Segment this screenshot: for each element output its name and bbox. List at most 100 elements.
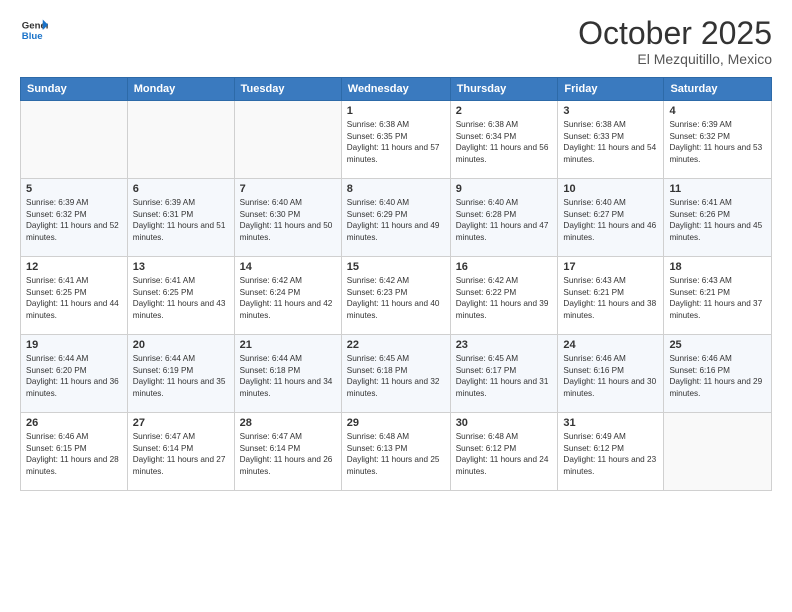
day-info: Sunrise: 6:42 AM Sunset: 6:23 PM Dayligh… bbox=[347, 275, 445, 321]
day-number: 27 bbox=[133, 417, 229, 429]
day-number: 6 bbox=[133, 183, 229, 195]
svg-text:Blue: Blue bbox=[22, 31, 43, 42]
week-row-4: 19 Sunrise: 6:44 AM Sunset: 6:20 PM Dayli… bbox=[21, 335, 772, 413]
day-number: 8 bbox=[347, 183, 445, 195]
day-info: Sunrise: 6:49 AM Sunset: 6:12 PM Dayligh… bbox=[563, 431, 658, 477]
table-cell: 12Sunrise: 6:41 AM Sunset: 6:25 PM Dayli… bbox=[21, 257, 128, 335]
table-cell: 17 Sunrise: 6:43 AM Sunset: 6:21 PM Dayli… bbox=[558, 257, 664, 335]
table-cell: 2 Sunrise: 6:38 AM Sunset: 6:34 PM Daylig… bbox=[450, 101, 558, 179]
day-info: Sunrise: 6:43 AM Sunset: 6:21 PM Dayligh… bbox=[669, 275, 766, 321]
col-tuesday: Tuesday bbox=[234, 78, 341, 101]
day-info: Sunrise: 6:47 AM Sunset: 6:14 PM Dayligh… bbox=[133, 431, 229, 477]
table-cell: 11 Sunrise: 6:41 AM Sunset: 6:26 PM Dayli… bbox=[664, 179, 772, 257]
col-thursday: Thursday bbox=[450, 78, 558, 101]
day-info: Sunrise: 6:40 AM Sunset: 6:30 PM Dayligh… bbox=[240, 197, 336, 243]
week-row-1: 1Sunrise: 6:38 AM Sunset: 6:35 PM Daylig… bbox=[21, 101, 772, 179]
table-cell bbox=[664, 413, 772, 491]
location: El Mezquitillo, Mexico bbox=[578, 51, 772, 67]
day-number: 7 bbox=[240, 183, 336, 195]
table-cell: 18 Sunrise: 6:43 AM Sunset: 6:21 PM Dayli… bbox=[664, 257, 772, 335]
logo: General Blue bbox=[20, 16, 48, 44]
table-cell: 24Sunrise: 6:46 AM Sunset: 6:16 PM Dayli… bbox=[558, 335, 664, 413]
day-info: Sunrise: 6:47 AM Sunset: 6:14 PM Dayligh… bbox=[240, 431, 336, 477]
table-cell: 27 Sunrise: 6:47 AM Sunset: 6:14 PM Dayli… bbox=[127, 413, 234, 491]
day-number: 10 bbox=[563, 183, 658, 195]
day-number: 2 bbox=[456, 105, 553, 117]
day-info: Sunrise: 6:48 AM Sunset: 6:13 PM Dayligh… bbox=[347, 431, 445, 477]
day-info: Sunrise: 6:41 AM Sunset: 6:26 PM Dayligh… bbox=[669, 197, 766, 243]
day-number: 13 bbox=[133, 261, 229, 273]
day-number: 18 bbox=[669, 261, 766, 273]
day-number: 23 bbox=[456, 339, 553, 351]
day-number: 30 bbox=[456, 417, 553, 429]
day-number: 19 bbox=[26, 339, 122, 351]
table-cell: 22 Sunrise: 6:45 AM Sunset: 6:18 PM Dayli… bbox=[341, 335, 450, 413]
day-number: 12 bbox=[26, 261, 122, 273]
col-monday: Monday bbox=[127, 78, 234, 101]
table-cell: 23 Sunrise: 6:45 AM Sunset: 6:17 PM Dayli… bbox=[450, 335, 558, 413]
table-cell: 8 Sunrise: 6:40 AM Sunset: 6:29 PM Daylig… bbox=[341, 179, 450, 257]
day-info: Sunrise: 6:42 AM Sunset: 6:22 PM Dayligh… bbox=[456, 275, 553, 321]
col-saturday: Saturday bbox=[664, 78, 772, 101]
day-number: 29 bbox=[347, 417, 445, 429]
day-info: Sunrise: 6:40 AM Sunset: 6:28 PM Dayligh… bbox=[456, 197, 553, 243]
table-cell: 10 Sunrise: 6:40 AM Sunset: 6:27 PM Dayli… bbox=[558, 179, 664, 257]
day-info: Sunrise: 6:39 AM Sunset: 6:31 PM Dayligh… bbox=[133, 197, 229, 243]
table-cell: 31 Sunrise: 6:49 AM Sunset: 6:12 PM Dayli… bbox=[558, 413, 664, 491]
table-cell: 14Sunrise: 6:42 AM Sunset: 6:24 PM Dayli… bbox=[234, 257, 341, 335]
table-cell: 20Sunrise: 6:44 AM Sunset: 6:19 PM Dayli… bbox=[127, 335, 234, 413]
day-number: 31 bbox=[563, 417, 658, 429]
day-number: 21 bbox=[240, 339, 336, 351]
table-cell: 25 Sunrise: 6:46 AM Sunset: 6:16 PM Dayli… bbox=[664, 335, 772, 413]
day-info: Sunrise: 6:41 AM Sunset: 6:25 PM Dayligh… bbox=[133, 275, 229, 321]
day-number: 22 bbox=[347, 339, 445, 351]
page: General Blue October 2025 El Mezquitillo… bbox=[0, 0, 792, 612]
col-friday: Friday bbox=[558, 78, 664, 101]
table-cell: 26Sunrise: 6:46 AM Sunset: 6:15 PM Dayli… bbox=[21, 413, 128, 491]
day-info: Sunrise: 6:44 AM Sunset: 6:20 PM Dayligh… bbox=[26, 353, 122, 399]
day-info: Sunrise: 6:38 AM Sunset: 6:33 PM Dayligh… bbox=[563, 119, 658, 165]
title-block: October 2025 El Mezquitillo, Mexico bbox=[578, 16, 772, 67]
table-cell: 1Sunrise: 6:38 AM Sunset: 6:35 PM Daylig… bbox=[341, 101, 450, 179]
table-cell: 9 Sunrise: 6:40 AM Sunset: 6:28 PM Daylig… bbox=[450, 179, 558, 257]
day-info: Sunrise: 6:40 AM Sunset: 6:27 PM Dayligh… bbox=[563, 197, 658, 243]
day-number: 11 bbox=[669, 183, 766, 195]
day-info: Sunrise: 6:45 AM Sunset: 6:17 PM Dayligh… bbox=[456, 353, 553, 399]
day-number: 20 bbox=[133, 339, 229, 351]
col-wednesday: Wednesday bbox=[341, 78, 450, 101]
day-number: 15 bbox=[347, 261, 445, 273]
table-cell: 28 Sunrise: 6:47 AM Sunset: 6:14 PM Dayli… bbox=[234, 413, 341, 491]
day-number: 28 bbox=[240, 417, 336, 429]
table-cell: 21Sunrise: 6:44 AM Sunset: 6:18 PM Dayli… bbox=[234, 335, 341, 413]
table-cell: 30Sunrise: 6:48 AM Sunset: 6:12 PM Dayli… bbox=[450, 413, 558, 491]
table-cell: 16 Sunrise: 6:42 AM Sunset: 6:22 PM Dayli… bbox=[450, 257, 558, 335]
day-number: 4 bbox=[669, 105, 766, 117]
table-cell bbox=[234, 101, 341, 179]
day-info: Sunrise: 6:40 AM Sunset: 6:29 PM Dayligh… bbox=[347, 197, 445, 243]
table-cell bbox=[21, 101, 128, 179]
table-cell: 19 Sunrise: 6:44 AM Sunset: 6:20 PM Dayli… bbox=[21, 335, 128, 413]
day-number: 14 bbox=[240, 261, 336, 273]
table-cell: 15 Sunrise: 6:42 AM Sunset: 6:23 PM Dayli… bbox=[341, 257, 450, 335]
table-cell bbox=[127, 101, 234, 179]
table-cell: 6 Sunrise: 6:39 AM Sunset: 6:31 PM Daylig… bbox=[127, 179, 234, 257]
col-sunday: Sunday bbox=[21, 78, 128, 101]
table-cell: 3 Sunrise: 6:38 AM Sunset: 6:33 PM Daylig… bbox=[558, 101, 664, 179]
day-number: 3 bbox=[563, 105, 658, 117]
logo-icon: General Blue bbox=[20, 16, 48, 44]
day-number: 26 bbox=[26, 417, 122, 429]
day-number: 9 bbox=[456, 183, 553, 195]
day-number: 24 bbox=[563, 339, 658, 351]
day-info: Sunrise: 6:43 AM Sunset: 6:21 PM Dayligh… bbox=[563, 275, 658, 321]
header: General Blue October 2025 El Mezquitillo… bbox=[20, 16, 772, 67]
calendar-header-row: Sunday Monday Tuesday Wednesday Thursday… bbox=[21, 78, 772, 101]
day-number: 17 bbox=[563, 261, 658, 273]
day-info: Sunrise: 6:38 AM Sunset: 6:34 PM Dayligh… bbox=[456, 119, 553, 165]
day-number: 16 bbox=[456, 261, 553, 273]
day-number: 25 bbox=[669, 339, 766, 351]
day-info: Sunrise: 6:46 AM Sunset: 6:16 PM Dayligh… bbox=[669, 353, 766, 399]
calendar: Sunday Monday Tuesday Wednesday Thursday… bbox=[20, 77, 772, 491]
week-row-2: 5Sunrise: 6:39 AM Sunset: 6:32 PM Daylig… bbox=[21, 179, 772, 257]
day-number: 5 bbox=[26, 183, 122, 195]
day-info: Sunrise: 6:45 AM Sunset: 6:18 PM Dayligh… bbox=[347, 353, 445, 399]
